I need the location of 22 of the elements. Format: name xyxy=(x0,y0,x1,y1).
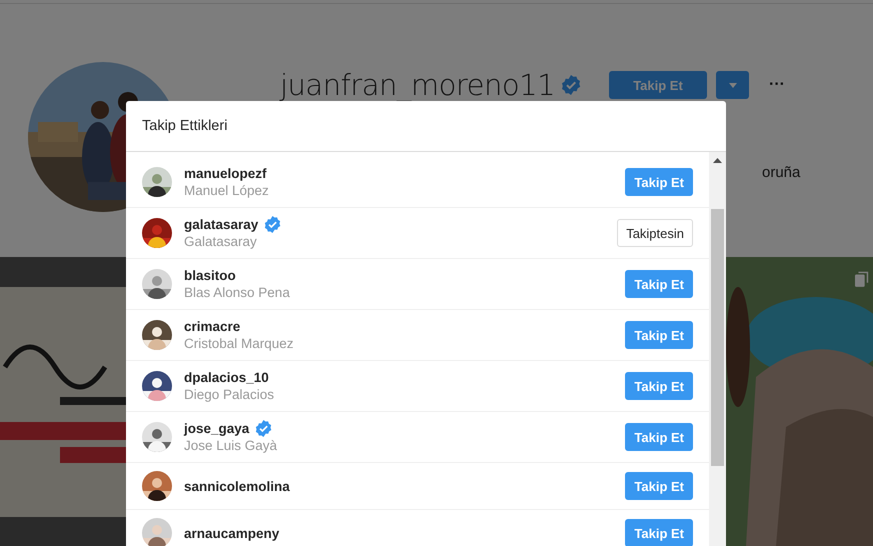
username[interactable]: blasitoo xyxy=(184,267,236,284)
full-name: Blas Alonso Pena xyxy=(184,284,291,301)
profile-username: juanfran_moreno11 xyxy=(280,68,556,102)
scrollbar-thumb[interactable] xyxy=(711,209,724,466)
username[interactable]: arnaucampeny xyxy=(184,524,280,542)
username[interactable]: manuelopezf xyxy=(184,165,267,182)
username[interactable]: galatasaray xyxy=(184,216,258,233)
full-name: Galatasaray xyxy=(184,233,258,250)
username[interactable]: jose_gaya xyxy=(184,420,250,437)
username[interactable]: dpalacios_10 xyxy=(184,369,269,386)
scroll-up-icon[interactable] xyxy=(713,158,722,163)
full-name: Manuel López xyxy=(184,182,270,199)
full-name: Cristobal Marquez xyxy=(184,335,295,352)
following-button[interactable]: Takiptesin xyxy=(617,219,693,247)
username[interactable]: sannicolemolina xyxy=(184,478,290,494)
username[interactable]: crimacre xyxy=(184,318,240,335)
caret-icon xyxy=(728,82,737,88)
dropdown-button[interactable] xyxy=(716,71,750,99)
full-name: Diego Palacios xyxy=(184,386,276,403)
more-options-button[interactable]: ··· xyxy=(769,76,785,94)
full-name: Jose Luis Gayà xyxy=(184,437,278,454)
profile-bio: oruña xyxy=(762,164,800,181)
